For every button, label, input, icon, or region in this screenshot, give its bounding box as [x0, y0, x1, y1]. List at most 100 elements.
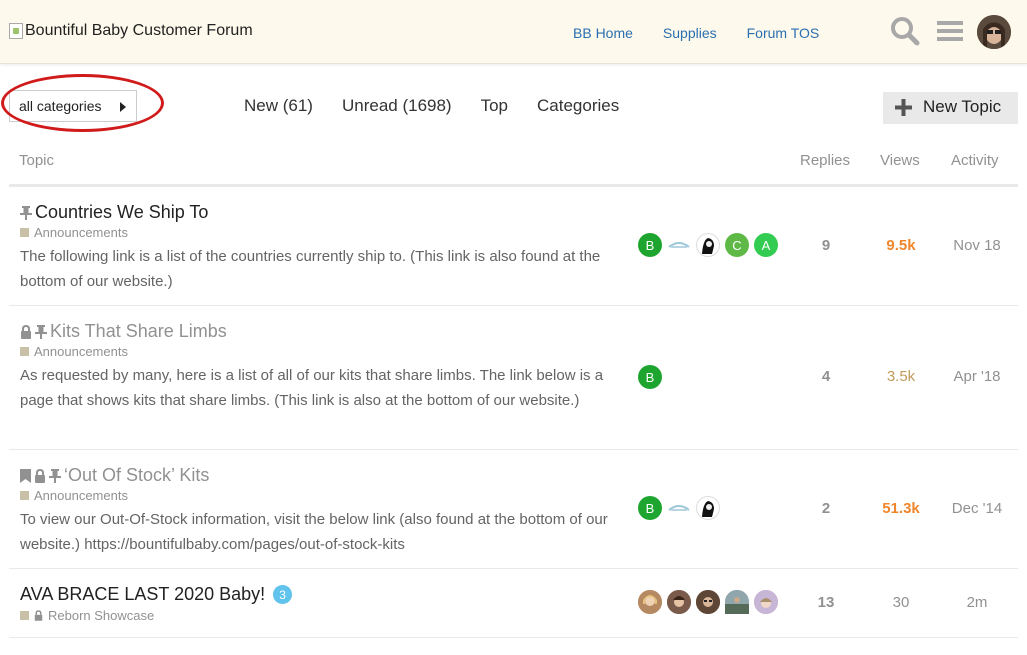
header-nav: BB Home Supplies Forum TOS: [573, 25, 849, 41]
lock-icon: [34, 610, 43, 621]
silhouette-avatar-icon: [698, 235, 718, 255]
topic-row: Countries We Ship To Announcements The f…: [9, 187, 1018, 306]
topic-category[interactable]: Announcements: [20, 488, 128, 503]
nav-link-bb-home[interactable]: BB Home: [573, 25, 633, 41]
topic-title-link[interactable]: ‘Out Of Stock’ Kits: [64, 465, 209, 486]
category-dropdown-label: all categories: [19, 98, 102, 114]
column-header-views[interactable]: Views: [880, 152, 920, 169]
topic-category-name: Announcements: [34, 344, 128, 359]
nav-link-supplies[interactable]: Supplies: [663, 25, 717, 41]
user-avatar-image-icon: [977, 15, 1011, 49]
topic-replies[interactable]: 13: [786, 594, 866, 611]
column-header-topic[interactable]: Topic: [19, 152, 54, 169]
poster-avatar[interactable]: [667, 496, 691, 520]
topic-category[interactable]: Announcements: [20, 344, 128, 359]
category-swatch-icon: [20, 347, 29, 356]
poster-avatar[interactable]: [696, 496, 720, 520]
topic-excerpt[interactable]: To view our Out-Of-Stock information, vi…: [20, 507, 632, 557]
poster-avatar[interactable]: A: [754, 233, 778, 257]
topic-views: 3.5k: [886, 368, 916, 385]
topic-list-nav: New (61) Unread (1698) Top Categories: [244, 96, 648, 116]
logo-avatar-icon: [668, 242, 690, 248]
unread-count-badge[interactable]: 3: [273, 585, 293, 604]
topic-posters: B: [638, 496, 720, 520]
lock-icon: [35, 468, 45, 483]
nav-pill-new[interactable]: New (61): [244, 96, 313, 116]
poster-avatar[interactable]: B: [638, 233, 662, 257]
topic-replies[interactable]: 4: [786, 368, 866, 385]
topic-title-link[interactable]: Countries We Ship To: [35, 202, 208, 223]
logo-alt-text: Bountiful Baby Customer Forum: [25, 22, 253, 39]
new-topic-label: New Topic: [923, 97, 1002, 116]
nav-pill-top[interactable]: Top: [481, 96, 508, 116]
hamburger-menu-icon[interactable]: [937, 19, 963, 43]
topic-title-line: AVA BRACE LAST 2020 Baby! 3: [20, 584, 293, 605]
topic-row: ‘Out Of Stock’ Kits Announcements To vie…: [9, 450, 1018, 569]
topic-excerpt[interactable]: The following link is a list of the coun…: [20, 244, 632, 294]
column-header-activity[interactable]: Activity: [951, 152, 999, 169]
column-header-replies[interactable]: Replies: [800, 152, 850, 169]
category-swatch-icon: [20, 611, 29, 620]
lock-icon: [21, 324, 31, 339]
pin-icon: [20, 205, 32, 220]
category-swatch-icon: [20, 491, 29, 500]
caret-right-icon: [120, 102, 126, 112]
site-logo[interactable]: Bountiful Baby Customer Forum: [9, 22, 253, 40]
topic-views: 51.3k: [882, 500, 920, 517]
topic-posters: [638, 590, 778, 614]
topic-replies[interactable]: 2: [786, 500, 866, 517]
topic-replies[interactable]: 9: [786, 237, 866, 254]
silhouette-avatar-icon: [698, 498, 718, 518]
topic-excerpt[interactable]: As requested by many, here is a list of …: [20, 363, 632, 413]
poster-avatar[interactable]: [667, 590, 691, 614]
pin-icon: [35, 324, 47, 339]
broken-image-icon: [9, 23, 23, 39]
topic-category-name: Announcements: [34, 488, 128, 503]
topic-title-link[interactable]: Kits That Share Limbs: [50, 321, 227, 342]
topic-posters: B C A: [638, 233, 778, 257]
topic-row: AVA BRACE LAST 2020 Baby! 3 Reborn Showc…: [9, 569, 1018, 638]
topic-category[interactable]: Reborn Showcase: [20, 608, 154, 623]
topic-activity[interactable]: 2m: [937, 594, 1017, 611]
poster-avatar[interactable]: C: [725, 233, 749, 257]
poster-avatar[interactable]: B: [638, 365, 662, 389]
category-dropdown[interactable]: all categories: [9, 90, 137, 122]
search-icon[interactable]: [890, 16, 920, 46]
topic-category-name: Announcements: [34, 225, 128, 240]
topic-title-line: ‘Out Of Stock’ Kits: [20, 465, 209, 486]
photo-avatar-icon: [754, 590, 778, 614]
poster-avatar[interactable]: [638, 590, 662, 614]
bookmark-icon: [20, 468, 31, 483]
photo-avatar-icon: [725, 590, 749, 614]
topic-title-line: Countries We Ship To: [20, 202, 208, 223]
photo-avatar-icon: [638, 590, 662, 614]
photo-avatar-icon: [696, 590, 720, 614]
topic-activity[interactable]: Nov 18: [937, 237, 1017, 254]
user-avatar[interactable]: [977, 15, 1011, 49]
topic-category[interactable]: Announcements: [20, 225, 128, 240]
photo-avatar-icon: [667, 590, 691, 614]
poster-avatar[interactable]: [696, 590, 720, 614]
pin-icon: [49, 468, 61, 483]
poster-avatar[interactable]: [754, 590, 778, 614]
topic-row: Kits That Share Limbs Announcements As r…: [9, 306, 1018, 450]
topic-category-name: Reborn Showcase: [48, 608, 155, 623]
plus-icon: [895, 99, 912, 116]
topic-title-line: Kits That Share Limbs: [20, 321, 227, 342]
poster-avatar[interactable]: B: [638, 496, 662, 520]
new-topic-button[interactable]: New Topic: [883, 92, 1018, 124]
topic-activity[interactable]: Dec '14: [937, 500, 1017, 517]
topic-title-link[interactable]: AVA BRACE LAST 2020 Baby!: [20, 584, 265, 605]
topic-activity[interactable]: Apr '18: [937, 368, 1017, 385]
topic-views: 30: [892, 594, 910, 611]
nav-pill-unread[interactable]: Unread (1698): [342, 96, 452, 116]
site-header: Bountiful Baby Customer Forum BB Home Su…: [0, 0, 1027, 64]
topic-views: 9.5k: [886, 237, 916, 254]
topic-posters: B: [638, 365, 662, 389]
poster-avatar[interactable]: [667, 233, 691, 257]
poster-avatar[interactable]: [696, 233, 720, 257]
category-swatch-icon: [20, 228, 29, 237]
poster-avatar[interactable]: [725, 590, 749, 614]
nav-link-forum-tos[interactable]: Forum TOS: [747, 25, 820, 41]
nav-pill-categories[interactable]: Categories: [537, 96, 619, 116]
